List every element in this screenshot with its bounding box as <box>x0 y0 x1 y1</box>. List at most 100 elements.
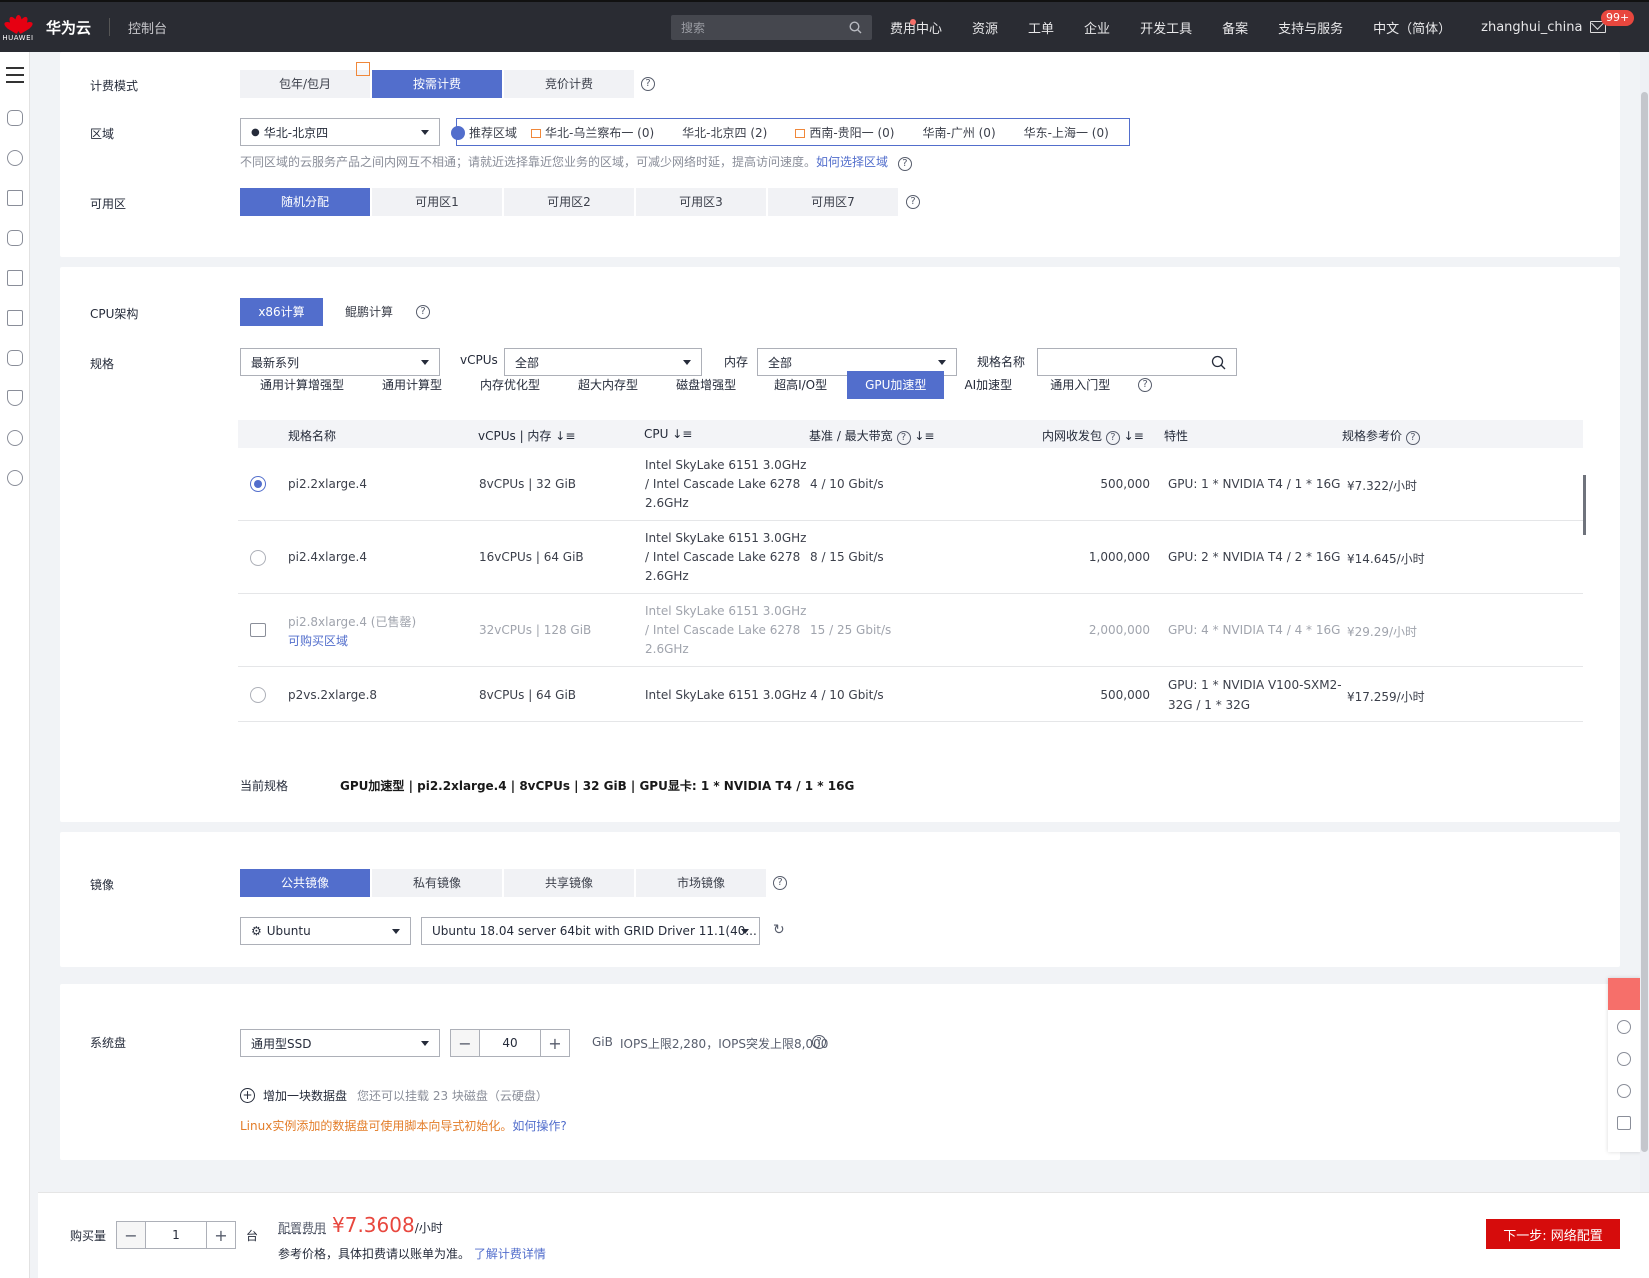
table-scrollbar[interactable] <box>1583 475 1586 535</box>
quantity-stepper[interactable]: − 1 + <box>116 1221 236 1249</box>
region-help-link[interactable]: 如何选择区域 <box>816 155 888 169</box>
disk-size-value[interactable]: 40 <box>479 1030 541 1056</box>
type-large-memory[interactable]: 超大内存型 <box>560 371 656 399</box>
image-option-private[interactable]: 私有镜像 <box>372 869 502 897</box>
decrease-button[interactable]: − <box>117 1222 145 1248</box>
row-radio[interactable] <box>250 687 266 703</box>
type-general[interactable]: 通用计算型 <box>364 371 460 399</box>
region-option-guiyang[interactable]: 西南-贵阳一 (0) <box>795 124 894 141</box>
cpu-option-kunpeng[interactable]: 鲲鹏计算 <box>325 298 413 326</box>
col-bandwidth[interactable]: 基准 / 最大带宽 ? ↓≡ <box>809 427 934 445</box>
sort-icon[interactable]: ↓≡ <box>672 427 692 441</box>
os-version-select[interactable]: Ubuntu 18.04 server 64bit with GRID Driv… <box>421 917 760 945</box>
az-option-1[interactable]: 可用区1 <box>372 188 502 216</box>
fee-label[interactable]: 配置费用 <box>278 1219 326 1236</box>
deploy-icon[interactable] <box>7 390 23 406</box>
console-link[interactable]: 控制台 <box>128 18 167 37</box>
type-entry[interactable]: 通用入门型 <box>1032 371 1128 399</box>
ip-icon[interactable] <box>7 470 23 486</box>
edit-icon[interactable] <box>1617 1116 1631 1130</box>
sort-icon[interactable]: ↓≡ <box>555 429 575 443</box>
cpu-help-icon[interactable]: ? <box>416 305 430 319</box>
nav-resources[interactable]: 资源 <box>972 18 998 37</box>
region-option-shanghai[interactable]: 华东-上海一 (0) <box>1024 124 1109 141</box>
type-memory-optimized[interactable]: 内存优化型 <box>462 371 558 399</box>
image-option-market[interactable]: 市场镜像 <box>636 869 766 897</box>
refresh-icon[interactable]: ↻ <box>773 922 785 938</box>
type-help-icon[interactable]: ? <box>1138 378 1153 392</box>
row-radio[interactable] <box>250 476 266 492</box>
storage-icon[interactable] <box>7 230 23 246</box>
nav-language[interactable]: 中文（简体） <box>1373 18 1451 37</box>
region-select[interactable]: ● 华北-北京四 <box>240 118 440 146</box>
region-help-icon[interactable]: ? <box>897 157 912 171</box>
billing-option-yearly[interactable]: 包年/包月 <box>240 70 370 98</box>
billing-option-spot[interactable]: 竞价计费 <box>504 70 634 98</box>
add-data-disk[interactable]: + 增加一块数据盘 您还可以挂载 23 块磁盘（云硬盘） <box>240 1087 548 1104</box>
nav-icp[interactable]: 备案 <box>1222 18 1248 37</box>
image-option-public[interactable]: 公共镜像 <box>240 869 370 897</box>
type-ai[interactable]: AI加速型 <box>946 371 1030 399</box>
type-gpu[interactable]: GPU加速型 <box>847 371 945 399</box>
huawei-logo[interactable]: HUAWEI <box>0 3 36 51</box>
col-vcpus[interactable]: vCPUs | 内存 ↓≡ <box>478 427 575 444</box>
table-row[interactable]: pi2.2xlarge.4 8vCPUs | 32 GiB Intel SkyL… <box>238 448 1583 521</box>
quantity-value[interactable]: 1 <box>145 1222 207 1248</box>
help-icon[interactable]: ? <box>896 431 911 445</box>
document-icon[interactable] <box>7 310 23 326</box>
buyable-regions-link[interactable]: 可购买区域 <box>288 632 348 649</box>
sort-icon[interactable]: ↓≡ <box>1124 429 1144 443</box>
nav-devtools[interactable]: 开发工具 <box>1140 18 1192 37</box>
disk-size-stepper[interactable]: − 40 + <box>450 1029 570 1057</box>
network-icon[interactable] <box>7 190 23 206</box>
cloud-icon[interactable] <box>7 350 23 366</box>
help-icon[interactable]: ? <box>1105 431 1120 445</box>
cloud-server-icon[interactable] <box>7 110 23 126</box>
menu-icon[interactable] <box>6 67 24 88</box>
page-scrollbar[interactable] <box>1640 52 1649 1192</box>
image-help-icon[interactable]: ? <box>773 876 787 890</box>
next-network-config-button[interactable]: 下一步: 网络配置 <box>1486 1219 1620 1249</box>
az-help-icon[interactable]: ? <box>906 195 920 209</box>
image-option-shared[interactable]: 共享镜像 <box>504 869 634 897</box>
page-scroll-thumb[interactable] <box>1641 92 1648 1152</box>
cluster-icon[interactable] <box>7 150 23 166</box>
cpu-option-x86[interactable]: x86计算 <box>240 298 323 326</box>
search-icon[interactable] <box>1211 355 1226 370</box>
increase-button[interactable]: + <box>207 1222 235 1248</box>
disk-type-select[interactable]: 通用型SSD <box>240 1029 440 1057</box>
az-option-2[interactable]: 可用区2 <box>504 188 634 216</box>
iops-help-icon[interactable]: ? <box>812 1035 826 1049</box>
chat-icon[interactable] <box>1608 978 1641 1010</box>
fee-details-link[interactable]: 了解计费详情 <box>474 1247 546 1261</box>
nav-billing[interactable]: 费用中心 <box>890 18 942 37</box>
help-icon[interactable]: ? <box>1405 431 1420 445</box>
database-icon[interactable] <box>7 270 23 286</box>
nav-tickets[interactable]: 工单 <box>1028 18 1054 37</box>
sort-icon[interactable]: ↓≡ <box>914 429 934 443</box>
question-icon[interactable] <box>1617 1084 1631 1098</box>
nav-enterprise[interactable]: 企业 <box>1084 18 1110 37</box>
az-option-random[interactable]: 随机分配 <box>240 188 370 216</box>
decrease-button[interactable]: − <box>451 1030 479 1056</box>
region-option-ulanqab[interactable]: 华北-乌兰察布一 (0) <box>531 124 654 141</box>
az-option-7[interactable]: 可用区7 <box>768 188 898 216</box>
table-row[interactable]: pi2.4xlarge.4 16vCPUs | 64 GiB Intel Sky… <box>238 521 1583 594</box>
az-option-3[interactable]: 可用区3 <box>636 188 766 216</box>
nav-support[interactable]: 支持与服务 <box>1278 18 1343 37</box>
type-ultra-io[interactable]: 超高I/O型 <box>756 371 845 399</box>
headset-icon[interactable] <box>1617 1052 1631 1066</box>
add-disk-label[interactable]: 增加一块数据盘 <box>263 1087 347 1104</box>
billing-option-ondemand[interactable]: 按需计费 <box>372 70 502 98</box>
search-icon[interactable] <box>849 21 862 34</box>
smile-icon[interactable] <box>1617 1020 1631 1034</box>
type-general-enhanced[interactable]: 通用计算增强型 <box>242 371 362 399</box>
os-select[interactable]: ⚙ Ubuntu <box>240 917 411 945</box>
increase-button[interactable]: + <box>541 1030 569 1056</box>
globe-icon[interactable] <box>7 430 23 446</box>
search-input[interactable]: 搜索 <box>671 15 872 40</box>
add-circle-icon[interactable]: + <box>240 1088 255 1103</box>
linux-init-link[interactable]: 如何操作? <box>512 1119 566 1133</box>
billing-help-icon[interactable]: ? <box>641 77 655 91</box>
col-pps[interactable]: 内网收发包 ? ↓≡ <box>1042 427 1144 445</box>
